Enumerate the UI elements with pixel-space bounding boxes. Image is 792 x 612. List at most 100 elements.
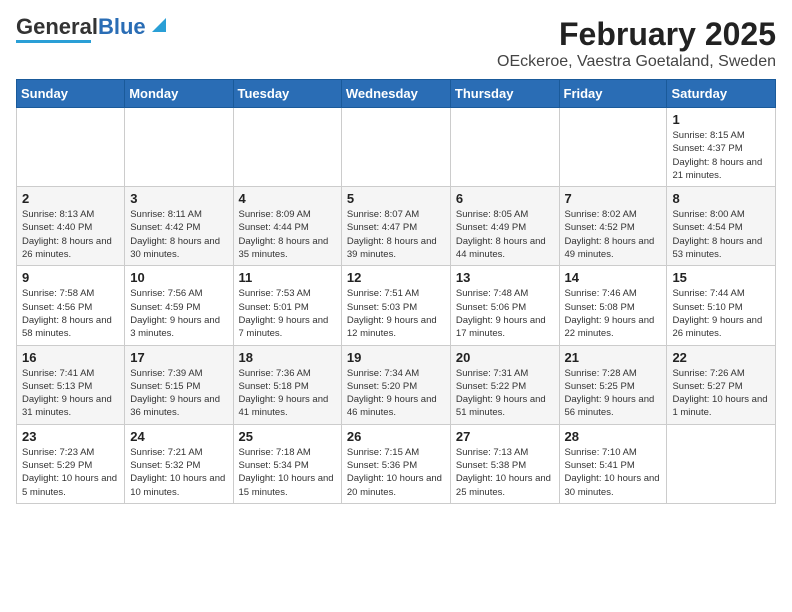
calendar-cell xyxy=(125,108,233,187)
weekday-header-thursday: Thursday xyxy=(450,80,559,108)
cell-date-number: 22 xyxy=(672,350,770,365)
cell-info-text: Sunrise: 7:15 AM Sunset: 5:36 PM Dayligh… xyxy=(347,446,445,499)
cell-info-text: Sunrise: 8:11 AM Sunset: 4:42 PM Dayligh… xyxy=(130,208,227,261)
logo-arrow-icon xyxy=(148,14,170,36)
calendar-cell: 11 Sunrise: 7:53 AM Sunset: 5:01 PM Dayli… xyxy=(233,266,341,345)
calendar-cell: 10 Sunrise: 7:56 AM Sunset: 4:59 PM Dayli… xyxy=(125,266,233,345)
cell-date-number: 9 xyxy=(22,270,119,285)
calendar-table: SundayMondayTuesdayWednesdayThursdayFrid… xyxy=(16,79,776,504)
cell-info-text: Sunrise: 7:23 AM Sunset: 5:29 PM Dayligh… xyxy=(22,446,119,499)
cell-info-text: Sunrise: 7:34 AM Sunset: 5:20 PM Dayligh… xyxy=(347,367,445,420)
calendar-week-row: 9 Sunrise: 7:58 AM Sunset: 4:56 PM Daylig… xyxy=(17,266,776,345)
cell-info-text: Sunrise: 7:44 AM Sunset: 5:10 PM Dayligh… xyxy=(672,287,770,340)
title-block: February 2025 OEckeroe, Vaestra Goetalan… xyxy=(497,16,776,71)
calendar-cell xyxy=(559,108,667,187)
calendar-cell: 21Sunrise: 7:28 AM Sunset: 5:25 PM Dayli… xyxy=(559,345,667,424)
page-header: GeneralBlue February 2025 OEckeroe, Vaes… xyxy=(16,16,776,71)
cell-date-number: 28 xyxy=(565,429,662,444)
cell-date-number: 11 xyxy=(239,270,336,285)
cell-date-number: 2 xyxy=(22,191,119,206)
calendar-cell: 1 Sunrise: 8:15 AM Sunset: 4:37 PM Daylig… xyxy=(667,108,776,187)
calendar-cell: 27 Sunrise: 7:13 AM Sunset: 5:38 PM Dayli… xyxy=(450,424,559,503)
calendar-cell: 18 Sunrise: 7:36 AM Sunset: 5:18 PM Dayli… xyxy=(233,345,341,424)
cell-info-text: Sunrise: 7:51 AM Sunset: 5:03 PM Dayligh… xyxy=(347,287,445,340)
calendar-cell: 6Sunrise: 8:05 AM Sunset: 4:49 PM Daylig… xyxy=(450,187,559,266)
cell-info-text: Sunrise: 8:00 AM Sunset: 4:54 PM Dayligh… xyxy=(672,208,770,261)
weekday-header-saturday: Saturday xyxy=(667,80,776,108)
cell-date-number: 18 xyxy=(239,350,336,365)
calendar-cell: 3 Sunrise: 8:11 AM Sunset: 4:42 PM Daylig… xyxy=(125,187,233,266)
calendar-cell: 16 Sunrise: 7:41 AM Sunset: 5:13 PM Dayli… xyxy=(17,345,125,424)
location-subtitle: OEckeroe, Vaestra Goetaland, Sweden xyxy=(497,53,776,71)
calendar-cell: 28Sunrise: 7:10 AM Sunset: 5:41 PM Dayli… xyxy=(559,424,667,503)
calendar-cell: 13 Sunrise: 7:48 AM Sunset: 5:06 PM Dayli… xyxy=(450,266,559,345)
cell-info-text: Sunrise: 7:13 AM Sunset: 5:38 PM Dayligh… xyxy=(456,446,554,499)
cell-date-number: 25 xyxy=(239,429,336,444)
cell-date-number: 20 xyxy=(456,350,554,365)
cell-info-text: Sunrise: 8:09 AM Sunset: 4:44 PM Dayligh… xyxy=(239,208,336,261)
calendar-cell: 5Sunrise: 8:07 AM Sunset: 4:47 PM Daylig… xyxy=(341,187,450,266)
cell-date-number: 27 xyxy=(456,429,554,444)
cell-info-text: Sunrise: 7:18 AM Sunset: 5:34 PM Dayligh… xyxy=(239,446,336,499)
cell-info-text: Sunrise: 7:58 AM Sunset: 4:56 PM Dayligh… xyxy=(22,287,119,340)
calendar-cell: 2 Sunrise: 8:13 AM Sunset: 4:40 PM Daylig… xyxy=(17,187,125,266)
cell-info-text: Sunrise: 8:05 AM Sunset: 4:49 PM Dayligh… xyxy=(456,208,554,261)
cell-date-number: 23 xyxy=(22,429,119,444)
calendar-week-row: 23 Sunrise: 7:23 AM Sunset: 5:29 PM Dayli… xyxy=(17,424,776,503)
calendar-week-row: 1 Sunrise: 8:15 AM Sunset: 4:37 PM Daylig… xyxy=(17,108,776,187)
weekday-header-sunday: Sunday xyxy=(17,80,125,108)
cell-date-number: 7 xyxy=(565,191,662,206)
cell-info-text: Sunrise: 8:15 AM Sunset: 4:37 PM Dayligh… xyxy=(672,129,770,182)
calendar-cell: 4 Sunrise: 8:09 AM Sunset: 4:44 PM Daylig… xyxy=(233,187,341,266)
calendar-cell: 7 Sunrise: 8:02 AM Sunset: 4:52 PM Daylig… xyxy=(559,187,667,266)
calendar-cell: 8Sunrise: 8:00 AM Sunset: 4:54 PM Daylig… xyxy=(667,187,776,266)
cell-date-number: 24 xyxy=(130,429,227,444)
calendar-cell: 25 Sunrise: 7:18 AM Sunset: 5:34 PM Dayli… xyxy=(233,424,341,503)
calendar-cell: 15Sunrise: 7:44 AM Sunset: 5:10 PM Dayli… xyxy=(667,266,776,345)
weekday-header-row: SundayMondayTuesdayWednesdayThursdayFrid… xyxy=(17,80,776,108)
cell-date-number: 19 xyxy=(347,350,445,365)
calendar-cell: 20 Sunrise: 7:31 AM Sunset: 5:22 PM Dayli… xyxy=(450,345,559,424)
cell-date-number: 3 xyxy=(130,191,227,206)
cell-info-text: Sunrise: 7:31 AM Sunset: 5:22 PM Dayligh… xyxy=(456,367,554,420)
cell-date-number: 10 xyxy=(130,270,227,285)
cell-date-number: 26 xyxy=(347,429,445,444)
weekday-header-monday: Monday xyxy=(125,80,233,108)
calendar-cell: 26 Sunrise: 7:15 AM Sunset: 5:36 PM Dayli… xyxy=(341,424,450,503)
calendar-cell xyxy=(233,108,341,187)
cell-info-text: Sunrise: 7:56 AM Sunset: 4:59 PM Dayligh… xyxy=(130,287,227,340)
calendar-cell: 23 Sunrise: 7:23 AM Sunset: 5:29 PM Dayli… xyxy=(17,424,125,503)
calendar-header: SundayMondayTuesdayWednesdayThursdayFrid… xyxy=(17,80,776,108)
cell-info-text: Sunrise: 7:48 AM Sunset: 5:06 PM Dayligh… xyxy=(456,287,554,340)
calendar-cell: 19 Sunrise: 7:34 AM Sunset: 5:20 PM Dayli… xyxy=(341,345,450,424)
logo-underline xyxy=(16,40,91,43)
cell-info-text: Sunrise: 7:36 AM Sunset: 5:18 PM Dayligh… xyxy=(239,367,336,420)
calendar-cell: 22 Sunrise: 7:26 AM Sunset: 5:27 PM Dayli… xyxy=(667,345,776,424)
calendar-cell: 9 Sunrise: 7:58 AM Sunset: 4:56 PM Daylig… xyxy=(17,266,125,345)
calendar-cell: 24Sunrise: 7:21 AM Sunset: 5:32 PM Dayli… xyxy=(125,424,233,503)
cell-info-text: Sunrise: 7:53 AM Sunset: 5:01 PM Dayligh… xyxy=(239,287,336,340)
calendar-cell: 14 Sunrise: 7:46 AM Sunset: 5:08 PM Dayli… xyxy=(559,266,667,345)
cell-date-number: 12 xyxy=(347,270,445,285)
cell-date-number: 1 xyxy=(672,112,770,127)
weekday-header-friday: Friday xyxy=(559,80,667,108)
cell-info-text: Sunrise: 8:02 AM Sunset: 4:52 PM Dayligh… xyxy=(565,208,662,261)
month-year-title: February 2025 xyxy=(497,16,776,53)
cell-date-number: 14 xyxy=(565,270,662,285)
calendar-week-row: 16 Sunrise: 7:41 AM Sunset: 5:13 PM Dayli… xyxy=(17,345,776,424)
weekday-header-tuesday: Tuesday xyxy=(233,80,341,108)
logo: GeneralBlue xyxy=(16,16,170,43)
cell-date-number: 17 xyxy=(130,350,227,365)
cell-date-number: 5 xyxy=(347,191,445,206)
cell-info-text: Sunrise: 8:13 AM Sunset: 4:40 PM Dayligh… xyxy=(22,208,119,261)
calendar-cell: 12 Sunrise: 7:51 AM Sunset: 5:03 PM Dayli… xyxy=(341,266,450,345)
cell-date-number: 16 xyxy=(22,350,119,365)
cell-info-text: Sunrise: 7:41 AM Sunset: 5:13 PM Dayligh… xyxy=(22,367,119,420)
cell-info-text: Sunrise: 7:46 AM Sunset: 5:08 PM Dayligh… xyxy=(565,287,662,340)
calendar-cell xyxy=(341,108,450,187)
calendar-cell: 17 Sunrise: 7:39 AM Sunset: 5:15 PM Dayli… xyxy=(125,345,233,424)
cell-info-text: Sunrise: 7:39 AM Sunset: 5:15 PM Dayligh… xyxy=(130,367,227,420)
cell-info-text: Sunrise: 7:26 AM Sunset: 5:27 PM Dayligh… xyxy=(672,367,770,420)
cell-date-number: 4 xyxy=(239,191,336,206)
cell-date-number: 13 xyxy=(456,270,554,285)
